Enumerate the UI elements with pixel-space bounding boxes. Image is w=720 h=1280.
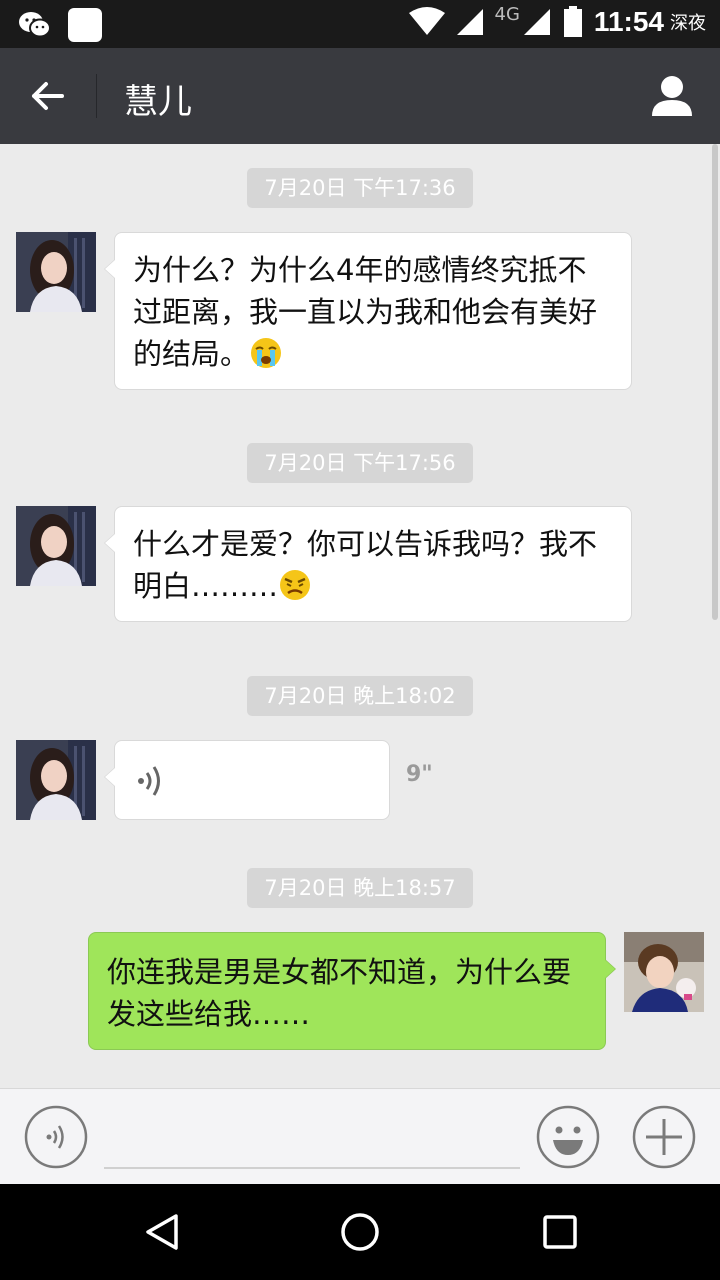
message-input[interactable] [104, 1103, 520, 1169]
chat-header: 慧儿 [0, 48, 720, 144]
wifi-icon [408, 7, 445, 35]
avatar[interactable] [16, 506, 96, 586]
timestamp: 7月20日 晚上18:57 [247, 868, 473, 908]
message-text: 为什么？为什么4年的感情终究抵不过距离，我一直以为我和他会有美好的结局。 [133, 253, 598, 371]
signal-icon [456, 9, 483, 35]
header-divider [96, 74, 97, 118]
person-icon[interactable] [646, 70, 698, 122]
avatar[interactable] [16, 740, 96, 820]
plus-icon[interactable] [632, 1105, 696, 1169]
message-bubble[interactable]: 为什么？为什么4年的感情终究抵不过距离，我一直以为我和他会有美好的结局。 [104, 232, 632, 390]
timestamp: 7月20日 下午17:36 [247, 168, 473, 208]
wechat-icon [19, 12, 51, 38]
arrow-left-icon[interactable] [22, 70, 74, 122]
navigation-bar [0, 1184, 720, 1280]
clock-period: 深夜 [670, 13, 706, 34]
status-bar: 4G 11:54 深夜 [0, 0, 720, 48]
message-bubble-outgoing[interactable]: 你连我是男是女都不知道，为什么要发这些给我…… [88, 932, 616, 1050]
back-triangle-icon[interactable] [140, 1210, 184, 1254]
message-text: 你连我是男是女都不知道，为什么要发这些给我…… [107, 955, 572, 1031]
signal-icon-2 [523, 9, 550, 35]
voice-message-bubble[interactable] [104, 740, 390, 820]
voice-icon[interactable] [24, 1105, 88, 1169]
home-circle-icon[interactable] [338, 1210, 382, 1254]
my-avatar[interactable] [624, 932, 704, 1012]
clock: 11:54 [593, 6, 664, 37]
chat-area[interactable]: 7月20日 下午17:36 为什么？为什么4年的感情终究抵不过距离，我一直以为我… [0, 144, 720, 1088]
avatar[interactable] [16, 232, 96, 312]
network-type: 4G [494, 3, 520, 25]
app-icon [68, 8, 102, 42]
angry-crying-emoji-icon [280, 570, 311, 600]
message-bubble[interactable]: 什么才是爱？你可以告诉我吗？我不明白……… [104, 506, 632, 622]
input-bar [0, 1088, 720, 1184]
chat-title: 慧儿 [124, 82, 192, 122]
smiley-icon[interactable] [536, 1105, 600, 1169]
battery-icon [563, 6, 582, 37]
recent-square-icon[interactable] [538, 1210, 582, 1254]
scrollbar[interactable] [712, 144, 718, 620]
timestamp: 7月20日 下午17:56 [247, 443, 473, 483]
voice-duration: 9" [406, 762, 433, 787]
crying-emoji-icon [251, 338, 282, 368]
timestamp: 7月20日 晚上18:02 [247, 676, 473, 716]
voice-wave-icon [138, 766, 160, 796]
message-text: 什么才是爱？你可以告诉我吗？我不明白……… [133, 527, 598, 603]
